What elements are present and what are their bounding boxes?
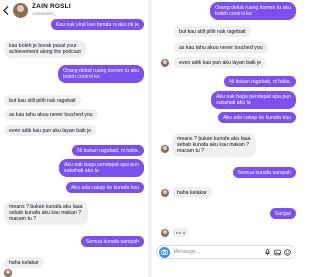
avatar[interactable] (13, 2, 28, 18)
typing-dot (179, 231, 181, 234)
sender-avatar (161, 189, 169, 197)
message-bubble[interactable]: kau boleh je borak pasal your achievemen… (4, 40, 86, 58)
back-button[interactable] (0, 2, 12, 18)
message-bubble[interactable]: but kau still pilih nak ragebait (4, 95, 81, 107)
message-bubble[interactable]: Ako ada cakap ke kunafa kau (65, 182, 144, 194)
message-bubble[interactable]: haha kelakar (172, 187, 212, 199)
message-bubble[interactable]: Aku ada cakap ke kunafa kau (217, 112, 296, 124)
photo-icon[interactable] (274, 249, 281, 256)
sticker-icon[interactable] (284, 248, 291, 256)
composer-actions (264, 248, 291, 256)
contact-info[interactable]: ZAIN ROSLI zainaziahh_ (32, 3, 71, 16)
typing-indicator (172, 228, 188, 237)
message-bubble[interactable]: as kau tahu akuu never touched you (4, 109, 98, 121)
message-bubble[interactable]: Semua kunafa sampah (80, 236, 144, 248)
sender-avatar (161, 59, 169, 67)
message-bubble[interactable]: Ni bukan ragebait, ni fakta. (72, 145, 144, 157)
chevron-left-icon (3, 5, 9, 15)
message-bubble[interactable]: means ? bukan kunafa aku laaa sebab kuna… (4, 201, 88, 226)
chat-panel-left: ZAIN ROSLI zainaziahh_ Kau nak viral kan… (0, 0, 148, 277)
camera-button[interactable] (158, 246, 170, 258)
message-bubble[interactable]: even adik kau pun aku layan baik je (4, 125, 97, 137)
message-bubble[interactable]: but kau still pilih nak ragebait (174, 26, 251, 38)
message-bubble[interactable]: Kau nak viral kan benda ni ako ok je (50, 19, 144, 31)
message-bubble[interactable]: Aku nak bagu pendapat apa pun sukahati a… (59, 159, 144, 177)
message-bubble[interactable]: Semua kunafa sampah (232, 167, 296, 179)
sender-avatar (161, 145, 169, 153)
message-bubble[interactable]: haha kelakar (4, 257, 44, 269)
sender-avatar (161, 229, 169, 237)
message-bubble[interactable]: Aku nak bagu pendapat apa pun sukahati a… (211, 91, 296, 109)
message-input[interactable]: Message... (174, 249, 265, 255)
message-bubble[interactable]: even adik kau pun aku layan baik je (174, 57, 267, 69)
contact-handle: zainaziahh_ (32, 10, 57, 16)
contact-name: ZAIN ROSLI (32, 3, 71, 10)
message-bubble[interactable]: Sangat (269, 208, 296, 220)
sender-avatar (4, 269, 12, 277)
message-bubble[interactable]: Orang dekat ruang komen tu aku boleh con… (58, 65, 144, 83)
chat-header: ZAIN ROSLI zainaziahh_ (0, 0, 148, 20)
microphone-icon[interactable] (264, 248, 271, 256)
typing-dot (182, 231, 185, 234)
camera-icon (160, 249, 168, 255)
message-bubble[interactable]: as kau tahu akuu never touched you (174, 42, 268, 54)
message-bubble[interactable]: Orang dekat ruang komen tu aku boleh con… (210, 2, 296, 20)
message-bubble[interactable]: Ni bukan ragebait, ni fakta. (224, 76, 296, 88)
message-composer[interactable]: Message... (156, 245, 296, 259)
chat-panel-right: Orang dekat ruang komen tu aku boleh con… (152, 0, 300, 277)
typing-dot (175, 231, 178, 234)
message-bubble[interactable]: means ? bukan kunafa aku laaa sebab kuna… (172, 133, 256, 158)
